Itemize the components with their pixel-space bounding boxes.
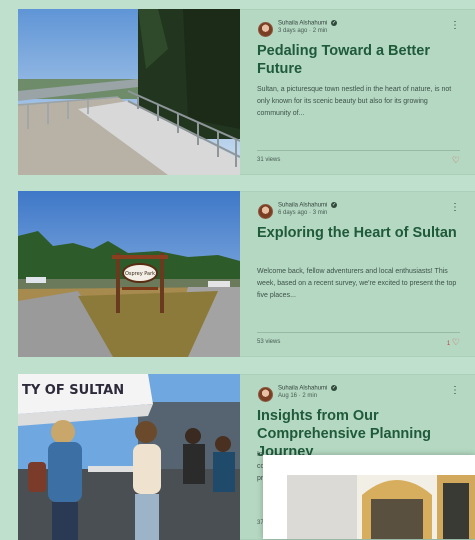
verified-badge-icon: ✓: [331, 20, 338, 26]
post-meta: 6 days ago · 3 min: [278, 210, 327, 216]
bridge-photo: [18, 9, 240, 175]
post-meta: 3 days ago · 2 min: [278, 28, 327, 34]
park-sign-photo: Osprey Park: [18, 191, 240, 357]
building-entrance-photo: [287, 475, 475, 539]
kebab-menu-icon[interactable]: ⋮: [450, 386, 460, 396]
post-date: Aug 16: [278, 393, 298, 399]
park-sign-text: Osprey Park: [125, 271, 155, 277]
post-card[interactable]: Suhaila Alshahumi ✓ 3 days ago · 2 min ⋮…: [18, 9, 475, 175]
author-name[interactable]: Suhaila Alshahumi ✓: [278, 20, 338, 27]
blog-feed-page: { "posts": [ { "author": "Suhaila Alshah…: [0, 0, 475, 540]
kebab-menu-icon[interactable]: ⋮: [450, 21, 460, 31]
heart-icon[interactable]: ♡: [452, 337, 460, 347]
author-name-text[interactable]: Suhaila Alshahumi: [278, 386, 327, 392]
view-count: 31 views: [257, 157, 281, 163]
author-avatar[interactable]: [258, 22, 273, 37]
verified-badge-icon: ✓: [331, 202, 338, 208]
author-name[interactable]: Suhaila Alshahumi ✓: [278, 385, 338, 392]
like-button[interactable]: ♡: [452, 155, 460, 166]
view-count: 53 views: [257, 339, 281, 345]
post-meta: Aug 16 · 2 min: [278, 393, 317, 399]
post-excerpt[interactable]: Sultan, a picturesque town nestled in th…: [257, 84, 462, 120]
read-time: 2 min: [312, 28, 328, 34]
divider: [257, 332, 460, 333]
post-date: 6 days ago: [278, 210, 308, 216]
like-button[interactable]: 1 ♡: [447, 337, 460, 348]
divider: [257, 150, 460, 151]
author-name-text[interactable]: Suhaila Alshahumi: [278, 21, 327, 27]
author-avatar[interactable]: [258, 387, 273, 402]
post-image-planning-event[interactable]: TY OF SULTAN: [18, 374, 240, 540]
banner-text: TY OF SULTAN: [22, 383, 124, 398]
post-image-bridge[interactable]: [18, 9, 240, 175]
like-count: 1: [446, 341, 451, 347]
read-time: 3 min: [312, 210, 328, 216]
author-avatar[interactable]: [258, 204, 273, 219]
post-title[interactable]: Pedaling Toward a Better Future: [257, 42, 462, 78]
author-name-text[interactable]: Suhaila Alshahumi: [278, 203, 327, 209]
image-lightbox[interactable]: [263, 455, 475, 539]
verified-badge-icon: ✓: [331, 385, 338, 391]
author-name[interactable]: Suhaila Alshahumi ✓: [278, 202, 338, 209]
post-image-park-sign[interactable]: Osprey Park: [18, 191, 240, 357]
post-card[interactable]: Osprey Park Suhaila Alshahumi ✓ 6 days a…: [18, 191, 475, 357]
post-title[interactable]: Exploring the Heart of Sultan: [257, 224, 462, 242]
lightbox-image[interactable]: [287, 475, 475, 539]
kebab-menu-icon[interactable]: ⋮: [450, 203, 460, 213]
planning-event-photo: TY OF SULTAN: [18, 374, 240, 540]
post-date: 3 days ago: [278, 28, 308, 34]
read-time: 2 min: [302, 393, 318, 399]
post-excerpt[interactable]: Welcome back, fellow adventurers and loc…: [257, 266, 462, 302]
heart-icon[interactable]: ♡: [452, 155, 460, 165]
